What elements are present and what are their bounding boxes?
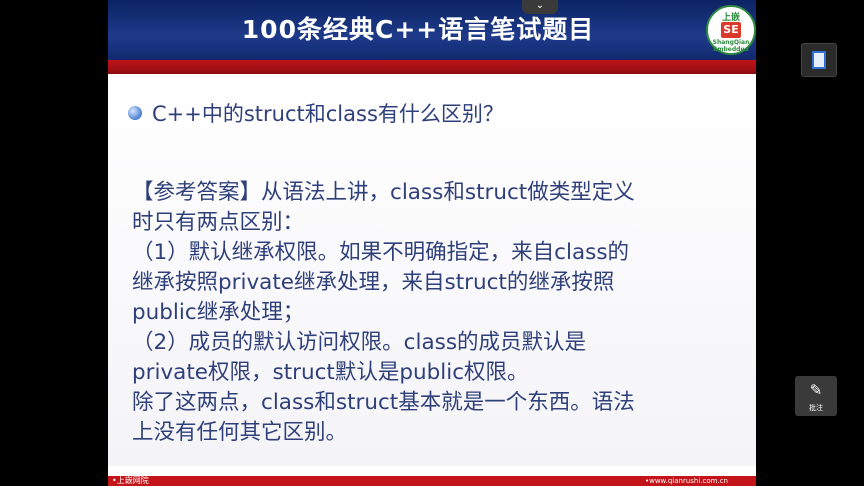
- bullet-icon: [128, 106, 142, 120]
- answer-line: 【参考答案】从语法上讲，class和struct做类型定义: [132, 180, 635, 205]
- slide-header: 100条经典C++语言笔试题目 上嵌 SE ShangQian Embedded: [108, 0, 756, 60]
- answer-block: 【参考答案】从语法上讲，class和struct做类型定义 时只有两点区别： （…: [132, 178, 732, 448]
- slide: 100条经典C++语言笔试题目 上嵌 SE ShangQian Embedded…: [108, 0, 756, 486]
- logo-mark: SE: [721, 22, 741, 38]
- header-red-bar: [108, 60, 756, 74]
- answer-line: （2）成员的默认访问权限。class的成员默认是: [132, 330, 587, 355]
- shangqian-logo: 上嵌 SE ShangQian Embedded: [706, 5, 756, 55]
- answer-line: 时只有两点区别：: [132, 210, 305, 235]
- office-icon[interactable]: [801, 43, 837, 77]
- answer-line: 继承按照private继承处理，来自struct的继承按照: [132, 270, 615, 295]
- answer-line: public继承处理；: [132, 300, 305, 325]
- chevron-down-icon[interactable]: ⌄: [522, 0, 558, 14]
- slide-footer: •上嵌网院 •www.qianrushi.com.cn: [108, 476, 756, 486]
- answer-line: 上没有任何其它区别。: [132, 420, 348, 445]
- footer-brand: •上嵌网院: [112, 476, 149, 485]
- answer-line: 除了这两点，class和struct基本就是一个东西。语法: [132, 390, 635, 415]
- slide-title: 100条经典C++语言笔试题目: [241, 15, 595, 44]
- question: C++中的struct和class有什么区别？: [128, 98, 504, 128]
- pen-icon: ✎: [809, 381, 823, 399]
- answer-line: （1）默认继承权限。如果不明确指定，来自class的: [132, 240, 630, 265]
- annotate-button[interactable]: ✎ 批注: [795, 376, 837, 416]
- question-text: C++中的struct和class有什么区别？: [152, 102, 504, 126]
- footer-url: •www.qianrushi.com.cn: [644, 477, 728, 485]
- logo-ring-text: ShangQian Embedded: [712, 39, 750, 53]
- annotate-label: 批注: [809, 404, 823, 412]
- office-logo-shape: [812, 51, 826, 69]
- answer-line: private权限，struct默认是public权限。: [132, 360, 529, 385]
